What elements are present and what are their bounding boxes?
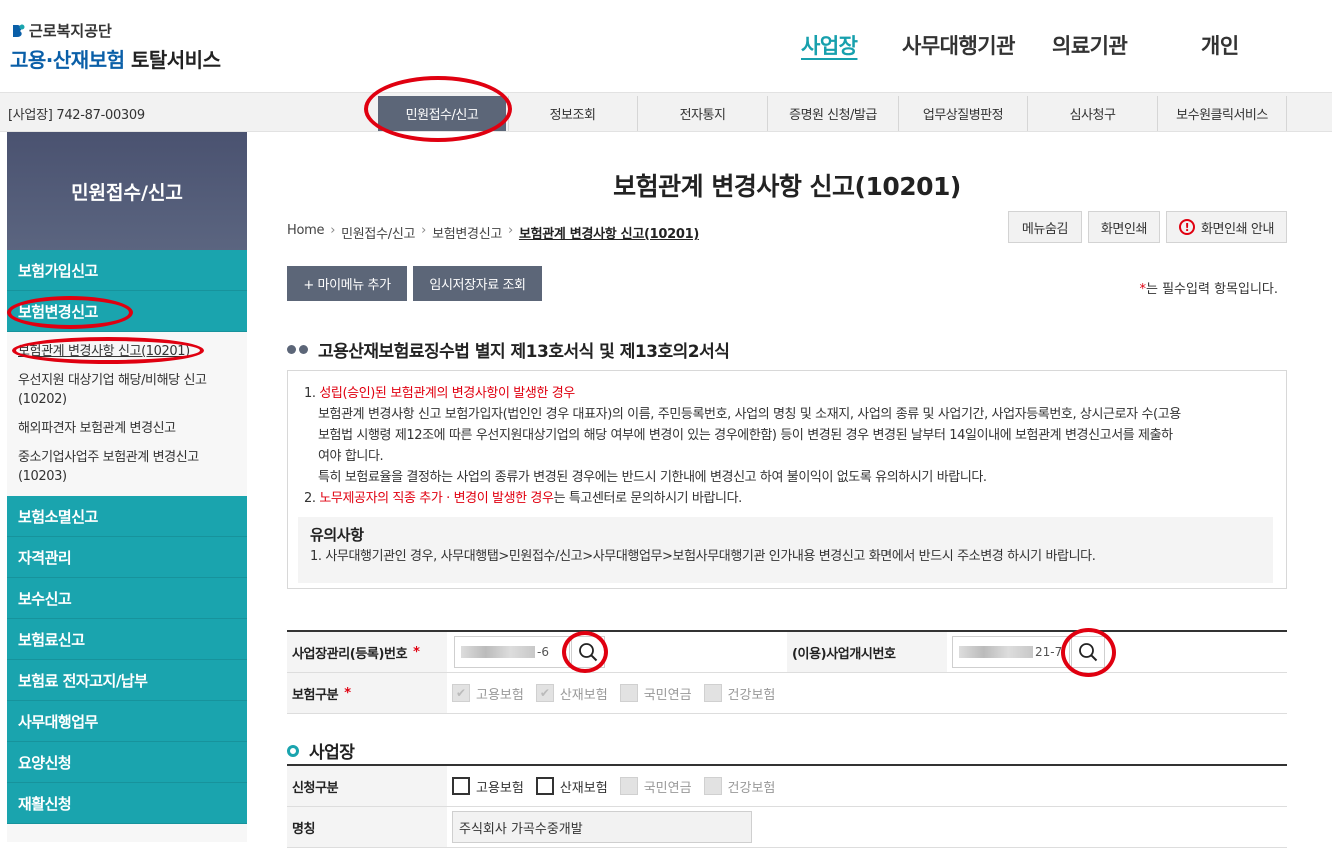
- sub-item-sme-owner[interactable]: 중소기업사업주 보험관계 변경신고 (10203): [7, 444, 247, 492]
- apply-type-checks: 고용보험 산재보험 국민연금 건강보험: [447, 777, 779, 796]
- add-mymenu-button[interactable]: + 마이메뉴 추가: [287, 266, 407, 301]
- breadcrumb-current[interactable]: 보험관계 변경사항 신고(10201): [519, 223, 699, 242]
- insurance-type-label: 보험구분 *: [287, 673, 447, 713]
- sidebar-item-insurance-termination[interactable]: 보험소멸신고: [7, 496, 247, 537]
- breadcrumb-item[interactable]: 보험변경신고: [432, 223, 502, 242]
- sidebar-title: 민원접수/신고: [7, 132, 247, 250]
- business-number: [사업장] 742-87-00309: [8, 108, 145, 123]
- checkbox-accident-ins: ✔ 산재보험: [535, 684, 608, 703]
- required-note: *는 필수입력 항목입니다.: [1139, 282, 1279, 297]
- biz-search-button[interactable]: [571, 636, 605, 668]
- section-ring-icon: [287, 744, 299, 757]
- search-icon: [579, 643, 598, 662]
- check-icon: ✔: [452, 684, 470, 702]
- open-number-field[interactable]: 21-7: [952, 636, 1070, 668]
- check-icon: ✔: [535, 684, 554, 702]
- notice-item-2: 2. 노무제공자의 직종 추가 · 변경이 발생한 경우는 특고센터로 문의하시…: [304, 491, 742, 506]
- checkbox-apply-accident[interactable]: 산재보험: [535, 777, 608, 796]
- sidebar-item-premium-report[interactable]: 보험료신고: [7, 619, 247, 660]
- top-nav-individual[interactable]: 개인: [1201, 30, 1239, 60]
- page-title: 보험관계 변경사항 신고(10201): [613, 172, 961, 201]
- sidebar-item-wage-report[interactable]: 보수신고: [7, 578, 247, 619]
- tab-civil-petition[interactable]: 민원접수/신고: [378, 96, 506, 131]
- notice-line: 보험법 시행령 제12조에 따른 우선지원대상기업의 해당 여부에 변경이 있는…: [318, 428, 1173, 443]
- tab-appeal[interactable]: 심사청구: [1027, 96, 1157, 131]
- breadcrumb-separator-icon: ›: [508, 223, 513, 238]
- insurance-type-checks: ✔ 고용보험 ✔ 산재보험 국민연금 건강보험: [447, 684, 779, 703]
- bullet-icon: [287, 345, 296, 354]
- caution-title: 유의사항: [310, 526, 364, 544]
- biz-mgmt-number-field[interactable]: -6: [454, 636, 570, 668]
- sidebar-item-care-application[interactable]: 요양신청: [7, 742, 247, 783]
- checkbox-health-ins: 건강보험: [703, 684, 775, 703]
- form-row-apply-type: 신청구분 고용보험 산재보험 국민연금 건강보험: [287, 766, 1287, 807]
- caution-text: 1. 사무대행기관인 경우, 사무대행탭>민원접수/신고>사무대행업무>보험사무…: [310, 549, 1096, 564]
- tab-disease-decision[interactable]: 업무상질병판정: [898, 96, 1027, 131]
- lookup-form: 사업장관리(등록)번호 * -6 (이용)사업개시번호 21-7 보험구분 * ✔ 고…: [287, 630, 1287, 714]
- tab-wage-one-click[interactable]: 보수원클릭서비스: [1157, 96, 1287, 131]
- notice-line: 특히 보험료율을 결정하는 사업의 종류가 변경된 경우에는 반드시 기한내에 …: [318, 470, 987, 485]
- tab-certificate[interactable]: 증명원 신청/발급: [767, 96, 898, 131]
- search-icon: [1079, 643, 1098, 662]
- print-button[interactable]: 화면인쇄: [1088, 211, 1160, 243]
- breadcrumb-item[interactable]: 민원접수/신고: [341, 223, 415, 242]
- sidebar-item-rehab-application[interactable]: 재활신청: [7, 783, 247, 824]
- top-nav-agency[interactable]: 사무대행기관: [902, 30, 1015, 60]
- sidebar-item-agency-work[interactable]: 사무대행업무: [7, 701, 247, 742]
- top-nav-medical[interactable]: 의료기관: [1052, 30, 1128, 60]
- breadcrumb-home[interactable]: Home: [287, 223, 325, 242]
- alert-icon: !: [1178, 219, 1195, 235]
- notice-box: 1. 성립(승인)된 보험관계의 변경사항이 발생한 경우 보험관계 변경사항 …: [287, 370, 1287, 589]
- org-name: 근로복지공단: [10, 20, 220, 41]
- tab-e-notice[interactable]: 전자통지: [637, 96, 767, 131]
- apply-type-label: 신청구분: [287, 766, 447, 806]
- temp-saved-view-button[interactable]: 임시저장자료 조회: [413, 266, 542, 301]
- workplace-form: 신청구분 고용보험 산재보험 국민연금 건강보험 명칭 주식회사 가곡수중개발: [287, 764, 1287, 848]
- hide-menu-button[interactable]: 메뉴숨김: [1008, 211, 1082, 243]
- open-number-search-button[interactable]: [1071, 636, 1105, 668]
- checkbox-apply-health: 건강보험: [703, 777, 775, 796]
- section-title-form: 고용산재보험료징수법 별지 제13호서식 및 제13호의2서식: [287, 337, 730, 362]
- sidebar-submenu: 보험관계 변경사항 신고(10201) 우선지원 대상기업 해당/비해당 신고 …: [7, 332, 247, 496]
- print-guide-button[interactable]: ! 화면인쇄 안내: [1166, 211, 1287, 243]
- main-tab-bar: [사업장] 742-87-00309 민원접수/신고 정보조회 전자통지 증명원…: [0, 92, 1332, 132]
- form-row-biz-number: 사업장관리(등록)번호 * -6 (이용)사업개시번호 21-7: [287, 632, 1287, 673]
- name-label: 명칭: [287, 807, 447, 847]
- sub-item-priority-support[interactable]: 우선지원 대상기업 해당/비해당 신고 (10202): [7, 367, 247, 415]
- open-number-label: (이용)사업개시번호: [787, 632, 947, 672]
- sub-item-relation-change[interactable]: 보험관계 변경사항 신고(10201): [7, 338, 247, 367]
- checkbox-apply-employment[interactable]: 고용보험: [452, 777, 524, 796]
- sidebar-item-insurance-change[interactable]: 보험변경신고: [7, 291, 247, 332]
- sidebar-item-qualification[interactable]: 자격관리: [7, 537, 247, 578]
- site-logo[interactable]: 근로복지공단 고용·산재보험 토탈서비스: [10, 20, 221, 73]
- tab-info-lookup[interactable]: 정보조회: [508, 96, 636, 131]
- bullet-icon: [299, 345, 308, 354]
- checkbox-apply-pension: 국민연금: [619, 777, 692, 796]
- masked-value: [959, 646, 1033, 658]
- notice-line: 보험관계 변경사항 신고 보험가입자(법인인 경우 대표자)의 이름, 주민등록…: [318, 407, 1181, 422]
- caution-box: 유의사항 1. 사무대행기관인 경우, 사무대행탭>민원접수/신고>사무대행업무…: [298, 517, 1273, 583]
- top-nav-workplace[interactable]: 사업장: [801, 30, 858, 60]
- form-row-insurance-type: 보험구분 * ✔ 고용보험 ✔ 산재보험 국민연금 건강보험: [287, 673, 1287, 714]
- sidebar: 민원접수/신고 보험가입신고 보험변경신고 보험관계 변경사항 신고(10201…: [7, 132, 247, 842]
- section-title-workplace: 사업장: [287, 738, 355, 763]
- site-header: 근로복지공단 고용·산재보험 토탈서비스 사업장 사무대행기관 의료기관 개인: [0, 0, 1332, 92]
- checkbox-employment-ins: ✔ 고용보험: [452, 684, 524, 703]
- breadcrumb-separator-icon: ›: [421, 223, 427, 238]
- biz-mgmt-label: 사업장관리(등록)번호 *: [287, 632, 447, 672]
- sub-item-overseas-dispatch[interactable]: 해외파견자 보험관계 변경신고: [7, 415, 247, 444]
- breadcrumb-separator-icon: ›: [330, 223, 336, 238]
- masked-value: [461, 646, 535, 658]
- checkbox-pension: 국민연금: [619, 684, 692, 703]
- sidebar-item-insurance-join[interactable]: 보험가입신고: [7, 250, 247, 291]
- notice-line: 여야 합니다.: [318, 449, 384, 464]
- logo-icon: [10, 23, 26, 39]
- service-title: 고용·산재보험 토탈서비스: [10, 48, 221, 72]
- breadcrumb: Home › 민원접수/신고 › 보험변경신고 › 보험관계 변경사항 신고(1…: [287, 223, 699, 242]
- notice-item-1: 1. 성립(승인)된 보험관계의 변경사항이 발생한 경우: [304, 386, 575, 401]
- business-name-field[interactable]: 주식회사 가곡수중개발: [452, 811, 752, 843]
- sidebar-item-e-billing[interactable]: 보험료 전자고지/납부: [7, 660, 247, 701]
